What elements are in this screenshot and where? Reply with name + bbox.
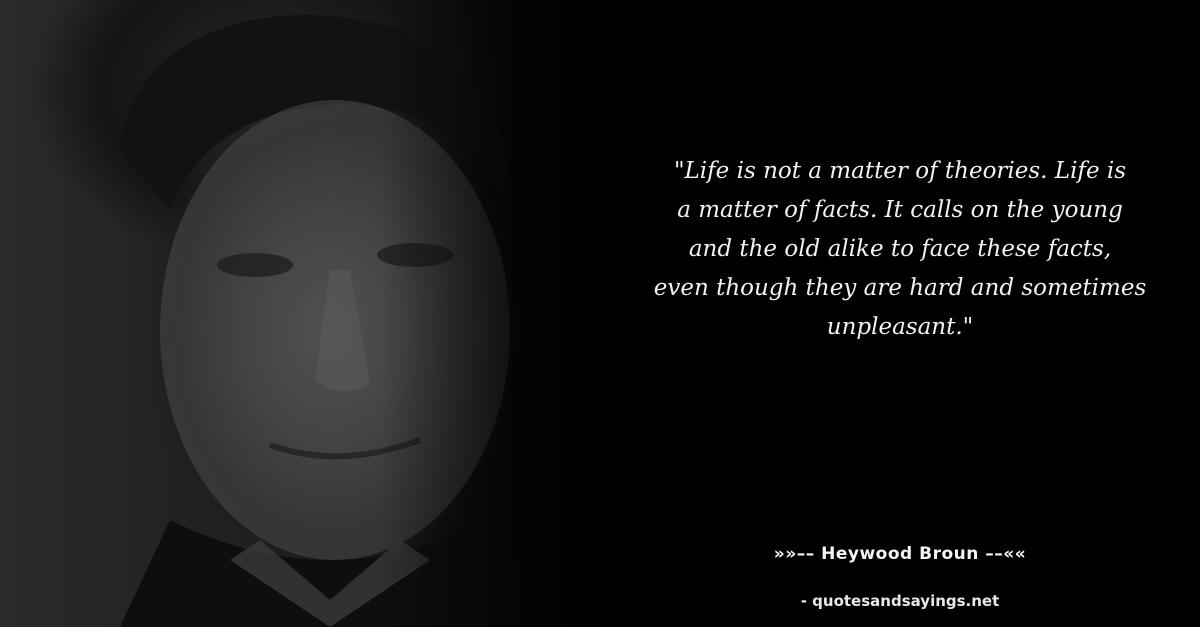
quote-text: "Life is not a matter of theories. Life … — [653, 158, 1147, 340]
source-link[interactable]: - quotesandsayings.net — [700, 592, 1100, 610]
quote-card: "Life is not a matter of theories. Life … — [0, 0, 1200, 627]
author-name: »»–– Heywood Broun ––«« — [773, 544, 1027, 564]
portrait-left-eye — [217, 253, 293, 277]
